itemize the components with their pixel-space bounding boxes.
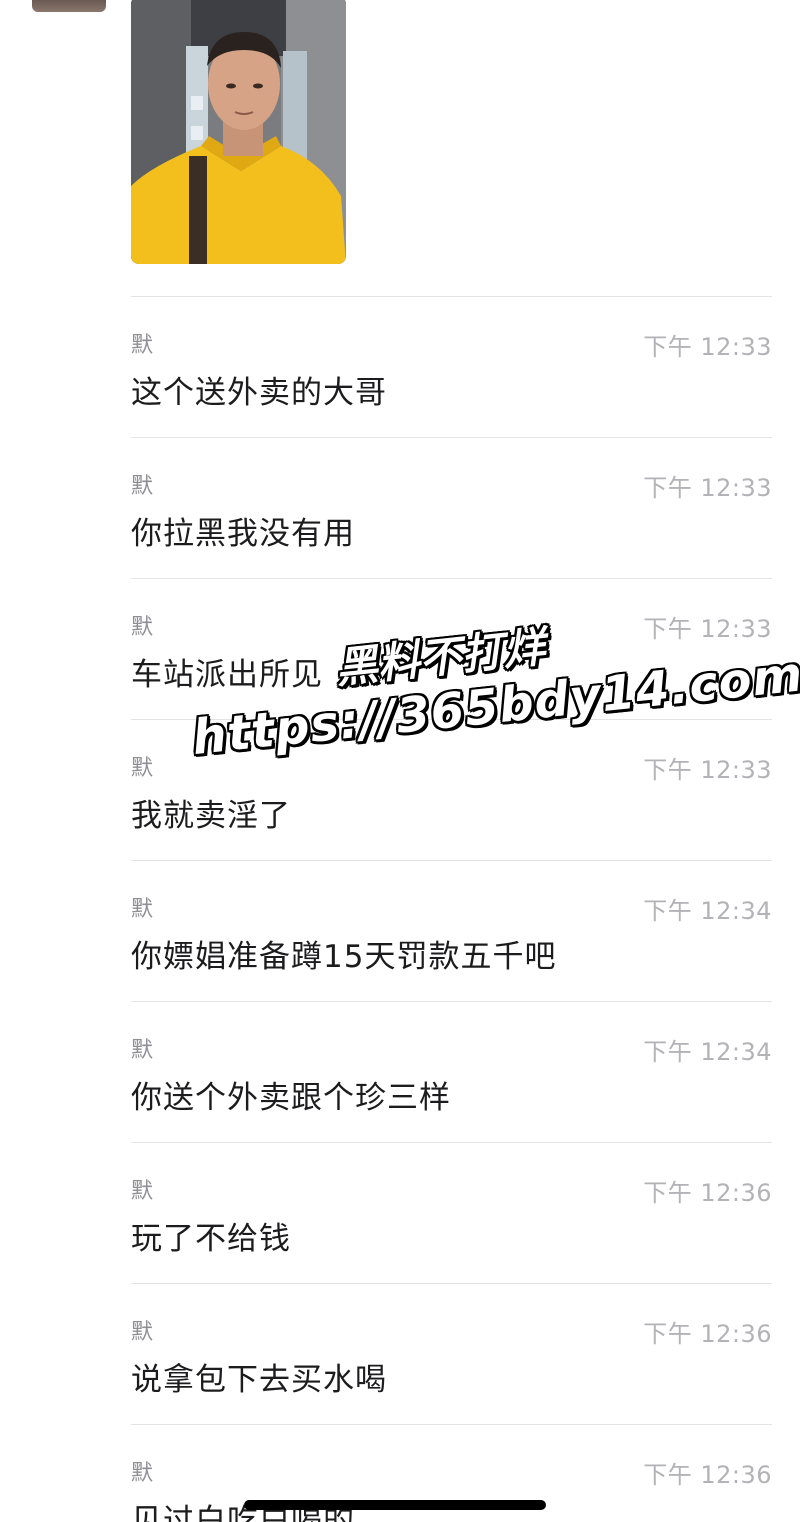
list-item[interactable]: 默 下午 12:33 你拉黑我没有用 <box>131 437 772 578</box>
sender-name: 默 <box>131 474 154 499</box>
timestamp: 下午 12:33 <box>643 333 772 361</box>
message-text: 你送个外卖跟个珍三样 <box>131 1080 451 1116</box>
message-list: 默 下午 12:33 这个送外卖的大哥 默 下午 12:33 你拉黑我没有用 默… <box>131 296 772 1522</box>
timestamp: 下午 12:34 <box>643 897 772 925</box>
home-indicator[interactable] <box>244 1500 546 1510</box>
sender-name: 默 <box>131 1320 154 1345</box>
sender-name: 默 <box>131 1461 154 1486</box>
timestamp: 下午 12:36 <box>643 1179 772 1207</box>
sender-name: 默 <box>131 897 154 922</box>
message-text: 车站派出所见 <box>131 657 323 693</box>
list-item[interactable]: 默 下午 12:34 你嫖娼准备蹲15天罚款五千吧 <box>131 860 772 1001</box>
photo-attachment[interactable] <box>131 0 346 264</box>
message-text: 你嫖娼准备蹲15天罚款五千吧 <box>131 939 557 975</box>
timestamp: 下午 12:36 <box>643 1461 772 1489</box>
list-item[interactable]: 默 下午 12:33 这个送外卖的大哥 <box>131 296 772 437</box>
list-item[interactable]: 默 下午 12:36 玩了不给钱 <box>131 1142 772 1283</box>
timestamp: 下午 12:33 <box>643 474 772 502</box>
message-text: 玩了不给钱 <box>131 1221 291 1257</box>
list-item[interactable]: 默 下午 12:36 说拿包下去买水喝 <box>131 1283 772 1424</box>
message-text: 说拿包下去买水喝 <box>131 1362 387 1398</box>
list-item[interactable]: 默 下午 12:34 你送个外卖跟个珍三样 <box>131 1001 772 1142</box>
message-text: 我就卖淫了 <box>131 798 291 834</box>
timestamp: 下午 12:36 <box>643 1320 772 1348</box>
timestamp: 下午 12:33 <box>643 615 772 643</box>
sender-name: 默 <box>131 1179 154 1204</box>
sender-name: 默 <box>131 1038 154 1063</box>
sender-name: 默 <box>131 615 154 640</box>
sender-name: 默 <box>131 756 154 781</box>
message-text: 这个送外卖的大哥 <box>131 375 387 411</box>
list-item[interactable]: 默 下午 12:33 车站派出所见 <box>131 578 772 719</box>
list-item[interactable]: 默 下午 12:33 我就卖淫了 <box>131 719 772 860</box>
timestamp: 下午 12:33 <box>643 756 772 784</box>
selfie-photo-icon <box>131 0 346 264</box>
timestamp: 下午 12:34 <box>643 1038 772 1066</box>
avatar[interactable] <box>32 0 106 12</box>
sender-name: 默 <box>131 333 154 358</box>
message-text: 你拉黑我没有用 <box>131 516 355 552</box>
